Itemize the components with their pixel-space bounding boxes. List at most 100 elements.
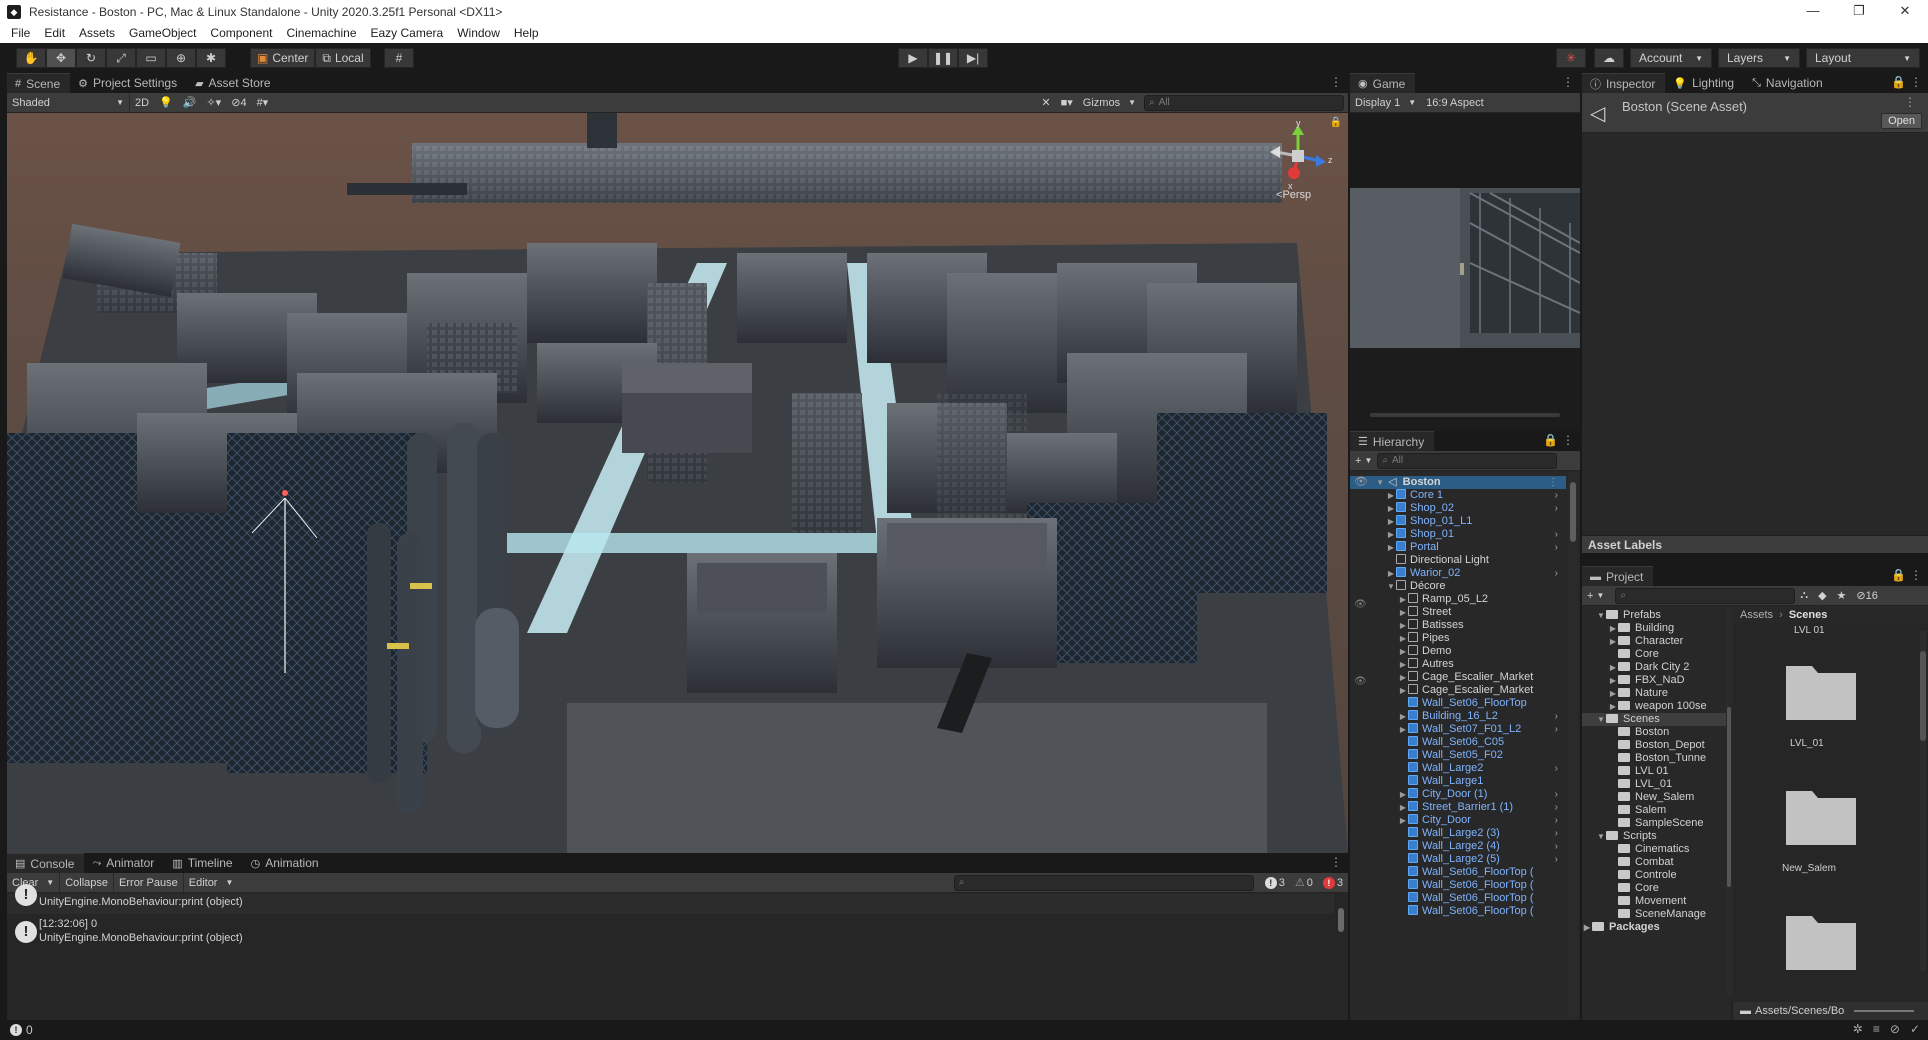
custom-tool-icon[interactable]: ✱ <box>196 48 226 68</box>
tab-hierarchy[interactable]: ☰ Hierarchy <box>1350 431 1435 451</box>
orientation-gizmo[interactable]: y z x <Persp <box>1268 118 1338 201</box>
visibility-eye-icon[interactable]: 👁 <box>1350 476 1372 489</box>
expand-arrow-icon[interactable]: ▶ <box>1398 788 1408 801</box>
project-search-input[interactable]: ⌕ <box>1615 587 1796 604</box>
hierarchy-item[interactable]: ▶ Shop_02 › <box>1350 502 1566 515</box>
scene-viewport[interactable]: y z x <Persp 🔒 <box>7 113 1348 853</box>
expand-arrow-icon[interactable]: ▶ <box>1398 645 1408 658</box>
expand-arrow-icon[interactable]: ▶ <box>1608 687 1618 700</box>
expand-arrow-icon[interactable]: ▼ <box>1386 580 1396 593</box>
chevron-right-icon[interactable]: › <box>1555 814 1558 827</box>
expand-arrow-icon[interactable]: ▶ <box>1398 658 1408 671</box>
lock-icon[interactable]: 🔒 <box>1330 117 1342 128</box>
menu-file[interactable]: File <box>4 26 37 40</box>
hierarchy-item[interactable]: Wall_Large2 (3) › <box>1350 827 1566 840</box>
panel-menu-icon[interactable]: ⋮ <box>1910 75 1922 89</box>
project-tree-item[interactable]: Movement <box>1582 895 1731 908</box>
hand-tool-icon[interactable]: ✋ <box>16 48 46 68</box>
console-entry[interactable]: ! UnityEngine.MonoBehaviour:print (objec… <box>7 884 1334 914</box>
project-tree-item[interactable]: LVL_01 <box>1582 778 1731 791</box>
expand-arrow-icon[interactable]: ▶ <box>1386 489 1396 502</box>
project-tree-item[interactable]: Core <box>1582 648 1731 661</box>
hierarchy-item[interactable]: ▶ Ramp_05_L2 <box>1350 593 1566 606</box>
project-tree-item[interactable]: Core <box>1582 882 1731 895</box>
hierarchy-item[interactable]: Wall_Set06_FloorTop ( <box>1350 866 1566 879</box>
menu-gameobject[interactable]: GameObject <box>122 26 203 40</box>
console-entry[interactable]: ! [12:32:06] 0 UnityEngine.MonoBehaviour… <box>7 916 1334 948</box>
hierarchy-item[interactable]: ▶ Cage_Escalier_Market <box>1350 671 1566 684</box>
lock-icon[interactable]: 🔒 <box>1891 75 1906 89</box>
visibility-eye-icon[interactable]: 👁 <box>1354 676 1367 687</box>
folder-new-salem-icon[interactable] <box>1784 783 1858 847</box>
create-asset-button[interactable]: + ▼ <box>1582 586 1609 605</box>
expand-arrow-icon[interactable]: ▶ <box>1608 674 1618 687</box>
hierarchy-item[interactable]: ▼ Décore <box>1350 580 1566 593</box>
pause-button-icon[interactable]: ❚❚ <box>928 48 959 68</box>
maximize-button[interactable]: ❐ <box>1836 0 1882 23</box>
expand-arrow-icon[interactable]: ▼ <box>1596 830 1606 843</box>
pivot-center-button[interactable]: ▣ Center <box>250 48 316 68</box>
asset-labels-header[interactable]: Asset Labels <box>1582 535 1928 553</box>
collapse-toggle[interactable]: Collapse <box>59 873 113 892</box>
rotate-tool-icon[interactable]: ↻ <box>76 48 106 68</box>
chevron-right-icon[interactable]: › <box>1555 528 1558 541</box>
hierarchy-item[interactable]: Wall_Set06_FloorTop ( <box>1350 892 1566 905</box>
tab-console[interactable]: ▤ Console <box>7 853 85 873</box>
panel-menu-icon[interactable]: ⋮ <box>1330 855 1342 869</box>
tools-icon[interactable]: ✕ <box>1036 93 1055 112</box>
game-viewport[interactable] <box>1350 113 1580 431</box>
menu-component[interactable]: Component <box>203 26 279 40</box>
bug-icon[interactable]: ✲ <box>1853 1022 1863 1036</box>
hierarchy-item[interactable]: Wall_Set06_FloorTop <box>1350 697 1566 710</box>
hierarchy-item[interactable]: ▶ Shop_01_L1 <box>1350 515 1566 528</box>
hierarchy-item[interactable]: Directional Light <box>1350 554 1566 567</box>
project-tree-item[interactable]: Combat <box>1582 856 1731 869</box>
project-tree-item[interactable]: New_Salem <box>1582 791 1731 804</box>
project-tree-item[interactable]: SceneManage <box>1582 908 1731 921</box>
more-icon[interactable]: ⋮ <box>1904 95 1916 109</box>
expand-arrow-icon[interactable]: ▶ <box>1386 515 1396 528</box>
lock-icon[interactable]: 🔒 <box>1543 433 1558 447</box>
expand-arrow-icon[interactable]: ▶ <box>1608 700 1618 713</box>
shading-mode-dropdown[interactable]: Shaded ▼ <box>7 93 129 112</box>
expand-arrow-icon[interactable]: ▶ <box>1398 684 1408 697</box>
project-tree-item[interactable]: Boston <box>1582 726 1731 739</box>
chevron-right-icon[interactable]: › <box>1555 853 1558 866</box>
hierarchy-search-input[interactable]: ⌕ All <box>1377 452 1558 469</box>
project-tree-item[interactable]: ▼ Prefabs <box>1582 609 1731 622</box>
display-dropdown[interactable]: Display 1 ▼ <box>1350 93 1421 112</box>
expand-arrow-icon[interactable]: ▶ <box>1398 801 1408 814</box>
panel-menu-icon[interactable]: ⋮ <box>1910 568 1922 582</box>
scale-tool-icon[interactable]: ⤢ <box>106 48 136 68</box>
project-tree-item[interactable]: Boston_Depot <box>1582 739 1731 752</box>
menu-help[interactable]: Help <box>507 26 546 40</box>
hierarchy-item[interactable]: ▶ Core 1 › <box>1350 489 1566 502</box>
log-count-toggle[interactable]: ! 3 <box>1260 873 1290 892</box>
favorite-star-icon[interactable]: ★ <box>1832 586 1852 605</box>
chevron-right-icon[interactable]: › <box>1555 788 1558 801</box>
project-tree-item[interactable]: Salem <box>1582 804 1731 817</box>
hierarchy-item[interactable]: Wall_Set06_C05 <box>1350 736 1566 749</box>
move-tool-icon[interactable]: ✥ <box>46 48 76 68</box>
mode-2d-toggle[interactable]: 2D <box>129 93 154 112</box>
layers-dropdown[interactable]: Layers ▼ <box>1718 48 1800 68</box>
editor-dropdown[interactable]: Editor ▼ <box>182 873 239 892</box>
chevron-right-icon[interactable]: › <box>1555 801 1558 814</box>
tab-inspector[interactable]: ⓘ Inspector <box>1582 73 1666 93</box>
aspect-dropdown[interactable]: 16:9 Aspect <box>1421 93 1489 112</box>
console-scrollbar[interactable] <box>1336 894 1346 950</box>
chevron-right-icon[interactable]: › <box>1555 840 1558 853</box>
tab-project-settings[interactable]: ⚙ Project Settings <box>70 73 188 93</box>
collab-icon[interactable]: ✳ <box>1556 48 1586 68</box>
hierarchy-item[interactable]: Wall_Large2 (5) › <box>1350 853 1566 866</box>
expand-arrow-icon[interactable]: ▶ <box>1608 661 1618 674</box>
menu-window[interactable]: Window <box>450 26 507 40</box>
project-tree-item[interactable]: ▶ Building <box>1582 622 1731 635</box>
project-tree-item[interactable]: ▶ Character <box>1582 635 1731 648</box>
step-button-icon[interactable]: ▶| <box>958 48 989 68</box>
breadcrumb-scenes[interactable]: Scenes <box>1789 609 1828 621</box>
open-button[interactable]: Open <box>1881 113 1922 129</box>
expand-arrow-icon[interactable]: ▶ <box>1386 541 1396 554</box>
more-icon[interactable]: ⋮ <box>1548 476 1558 489</box>
chevron-right-icon[interactable]: › <box>1555 489 1558 502</box>
